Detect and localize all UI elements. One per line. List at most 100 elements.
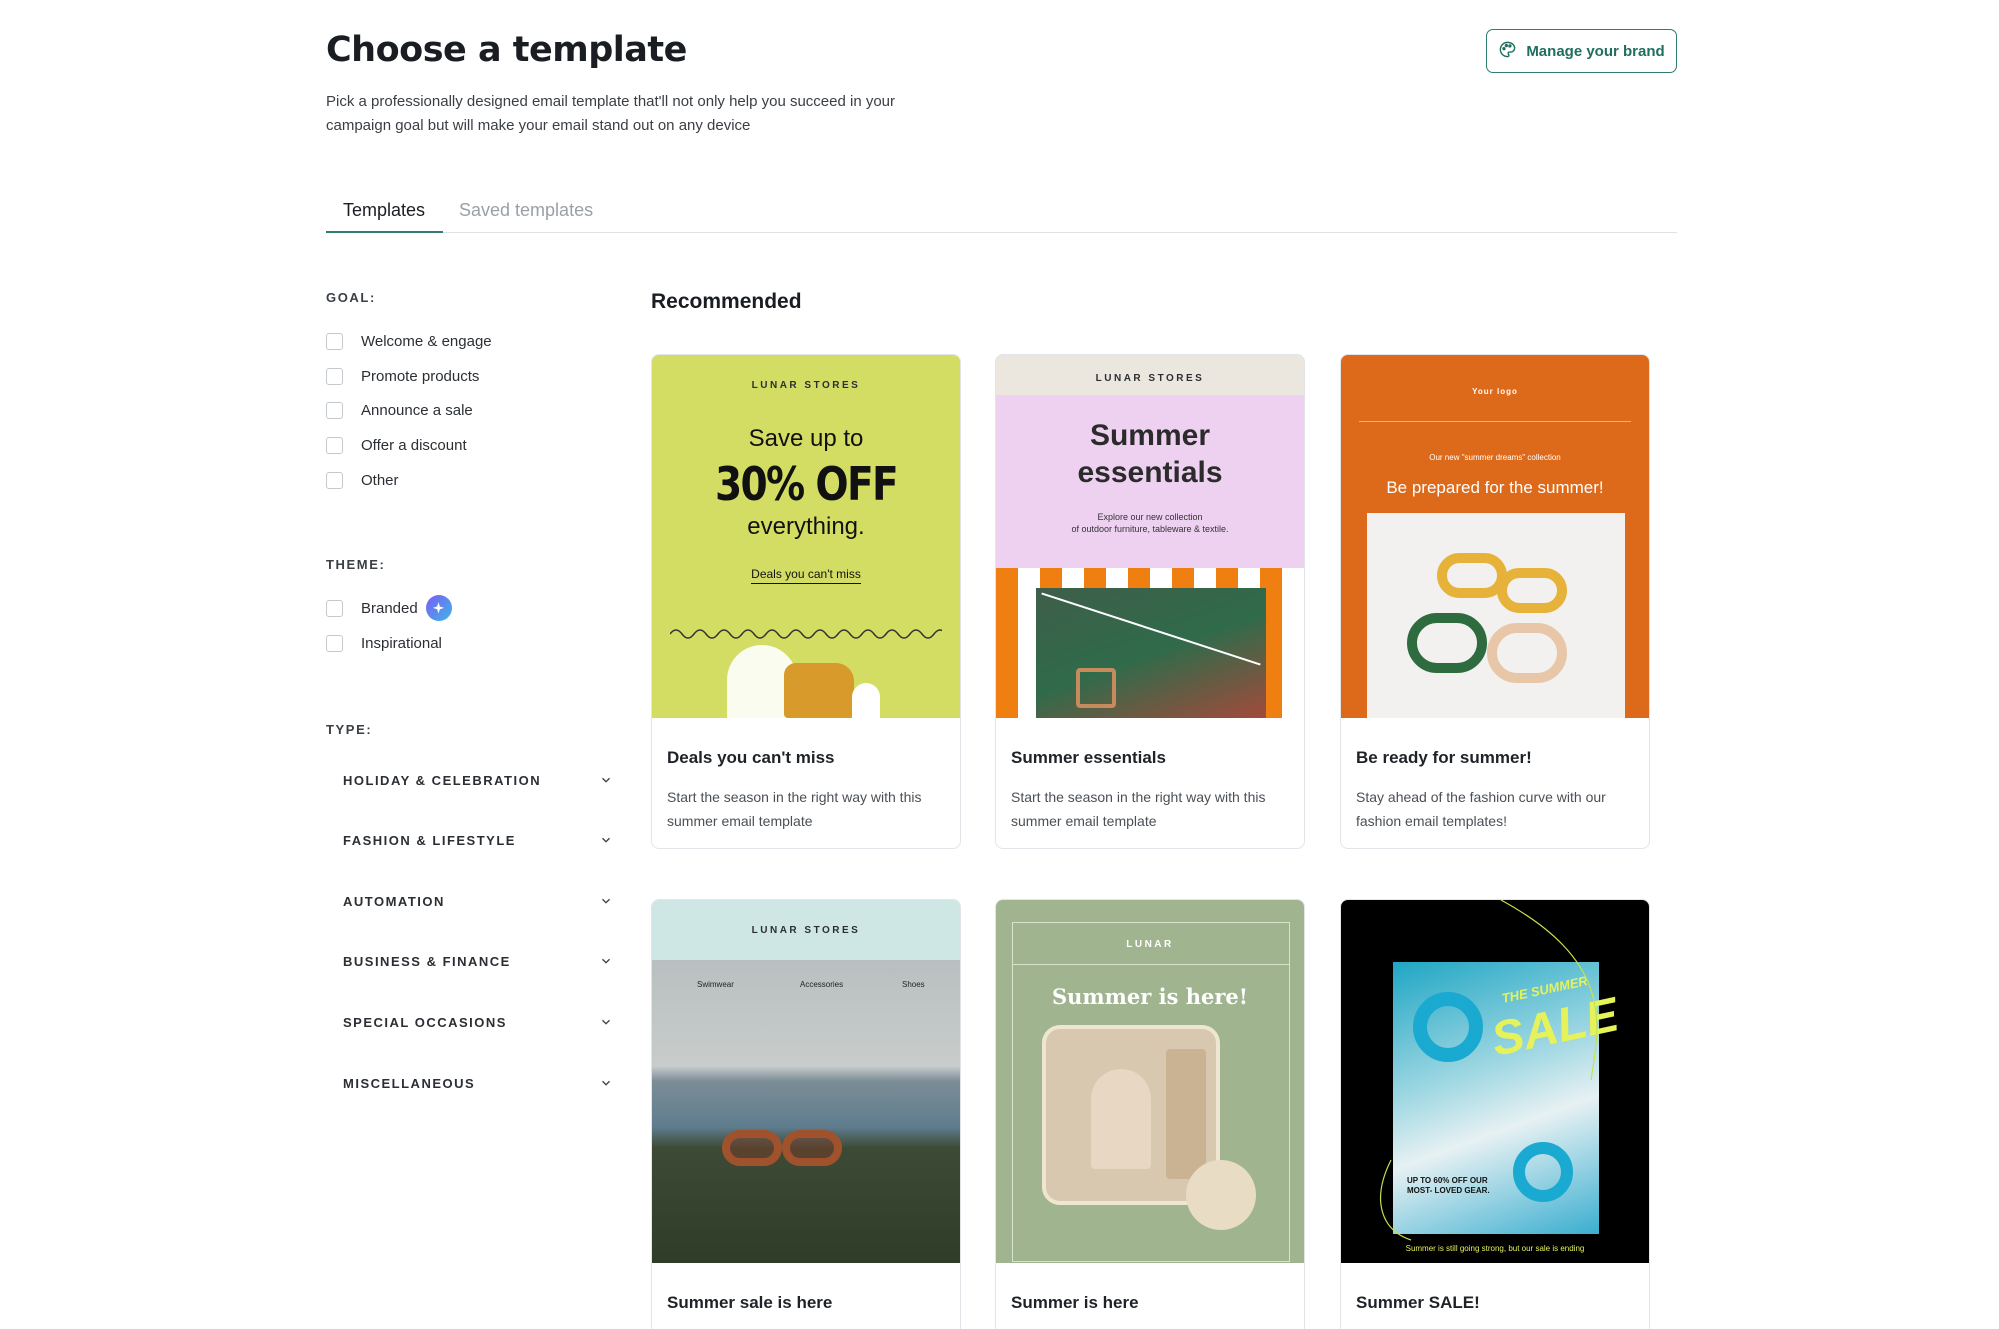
goal-sale-checkbox[interactable]: Announce a sale [326,400,473,420]
thumb-link: Deals you can't miss [751,567,861,584]
template-card-summer-sale[interactable]: LUNAR STORES Swimwear Accessories Shoes … [651,899,961,1329]
card-title: Summer essentials [1011,748,1166,767]
thumb-headline: Summer is here! [1052,984,1248,1009]
thumb-big: 30% OFF [715,457,899,511]
template-card-summer-essentials[interactable]: LUNAR STORES Summer essentials Explore o… [995,354,1305,849]
goal-label: Welcome & engage [361,332,492,350]
card-title: Summer SALE! [1356,1293,1480,1312]
template-thumbnail: LUNAR Summer is here! [996,900,1304,1263]
goal-label: Announce a sale [361,401,473,419]
card-description: Start the season in the right way with t… [1011,789,1266,829]
type-automation-accordion[interactable]: AUTOMATION [343,890,613,912]
template-card-deals[interactable]: LUNAR STORES Save up to 30% OFF everythi… [651,354,961,849]
checkbox[interactable] [326,599,343,617]
thumb-headline: Be prepared for the summer! [1386,478,1604,497]
thumb-sub1: Explore our new collection [1097,512,1203,522]
thumb-nav-item: Swimwear [697,980,734,989]
type-label: BUSINESS & FINANCE [343,953,511,969]
checkbox[interactable] [326,436,343,454]
goal-promote-checkbox[interactable]: Promote products [326,366,479,386]
thumb-headline1: Summer [1089,419,1211,452]
goal-other-checkbox[interactable]: Other [326,470,399,490]
manage-brand-label: Manage your brand [1526,42,1665,60]
chevron-down-icon [599,1015,613,1029]
thumb-nav-item: Accessories [800,980,844,989]
sparkle-icon [425,595,452,621]
card-title: Be ready for summer! [1356,748,1532,767]
type-label: MISCELLANEOUS [343,1075,476,1091]
thumb-headline2: essentials [1077,456,1223,489]
chevron-down-icon [599,833,613,847]
type-holiday-accordion[interactable]: HOLIDAY & CELEBRATION [343,769,613,791]
template-thumbnail: LUNAR STORES Summer essentials Explore o… [996,355,1304,718]
chevron-down-icon [599,954,613,968]
card-description: Start the season in the right way with t… [667,789,922,829]
checkbox[interactable] [326,634,343,652]
tab-saved-templates[interactable]: Saved templates [459,200,593,221]
theme-section-label: THEME: [326,557,386,572]
thumb-brand: LUNAR STORES [751,925,861,936]
thumb-eyebrow: Our new "summer dreams" collection [1429,453,1561,462]
template-card-summer-is-here[interactable]: LUNAR Summer is here! Summer is here [995,899,1305,1329]
sunglasses-image [1367,513,1625,718]
goal-welcome-checkbox[interactable]: Welcome & engage [326,331,492,351]
thumb-nav-item: Shoes [902,980,925,989]
card-title: Summer sale is here [667,1293,833,1312]
type-label: AUTOMATION [343,893,445,909]
tennis-court-image [1036,588,1266,718]
landscape-image: Swimwear Accessories Shoes [652,960,960,1263]
theme-inspirational-checkbox[interactable]: Inspirational [326,633,442,653]
template-thumbnail: LUNAR STORES Swimwear Accessories Shoes [652,900,960,1263]
chevron-down-icon [599,773,613,787]
wave-decoration [670,629,942,639]
card-title: Deals you can't miss [667,748,835,767]
template-card-summer-sale-bold[interactable]: UP TO 60% OFF OUR MOST- LOVED GEAR. THE … [1340,899,1650,1329]
thumb-line1: Save up to [748,425,864,452]
thumb-line2: everything. [747,513,865,540]
thumb-brand: LUNAR STORES [751,380,861,391]
tab-bar: Templates Saved templates [326,186,1677,233]
theme-label: Inspirational [361,634,442,652]
thumb-sub2: of outdoor furniture, tableware & textil… [1071,524,1229,534]
goal-section-label: GOAL: [326,290,376,305]
chevron-down-icon [599,894,613,908]
goal-label: Promote products [361,367,480,385]
thumb-brand: LUNAR [1126,939,1174,950]
page-title: Choose a template [326,30,687,70]
boots-image [784,663,854,718]
thumb-brand: LUNAR STORES [1095,373,1205,384]
card-description: Stay ahead of the fashion curve with our… [1356,789,1606,829]
type-label: HOLIDAY & CELEBRATION [343,772,542,788]
active-tab-indicator [326,231,443,233]
thumb-logo: Your logo [1472,387,1518,396]
goal-label: Offer a discount [361,436,467,454]
theme-branded-checkbox[interactable]: Branded [326,595,452,621]
type-section-label: TYPE: [326,722,373,737]
template-card-be-ready[interactable]: Your logo Our new "summer dreams" collec… [1340,354,1650,849]
goal-discount-checkbox[interactable]: Offer a discount [326,435,467,455]
type-label: SPECIAL OCCASIONS [343,1014,507,1030]
goal-label: Other [361,471,399,489]
template-thumbnail: LUNAR STORES Save up to 30% OFF everythi… [652,355,960,718]
card-title: Summer is here [1011,1293,1139,1312]
template-thumbnail: Your logo Our new "summer dreams" collec… [1341,355,1649,718]
checkbox[interactable] [326,401,343,419]
checkbox[interactable] [326,471,343,489]
manage-brand-button[interactable]: Manage your brand [1486,29,1677,73]
theme-label: Branded [361,599,418,617]
checkbox[interactable] [326,367,343,385]
tab-templates[interactable]: Templates [343,200,425,221]
type-fashion-accordion[interactable]: FASHION & LIFESTYLE [343,829,613,851]
type-miscellaneous-accordion[interactable]: MISCELLANEOUS [343,1072,613,1094]
template-thumbnail: UP TO 60% OFF OUR MOST- LOVED GEAR. THE … [1341,900,1649,1263]
palette-icon [1498,40,1517,63]
type-business-accordion[interactable]: BUSINESS & FINANCE [343,950,613,972]
type-label: FASHION & LIFESTYLE [343,832,516,848]
starburst-decoration [1186,1160,1256,1230]
line-decoration [1380,900,1598,1241]
checkbox[interactable] [326,332,343,350]
type-special-occasions-accordion[interactable]: SPECIAL OCCASIONS [343,1011,613,1033]
chevron-down-icon [599,1076,613,1090]
page-subtitle: Pick a professionally designed email tem… [326,93,896,134]
recommended-heading: Recommended [651,290,802,313]
